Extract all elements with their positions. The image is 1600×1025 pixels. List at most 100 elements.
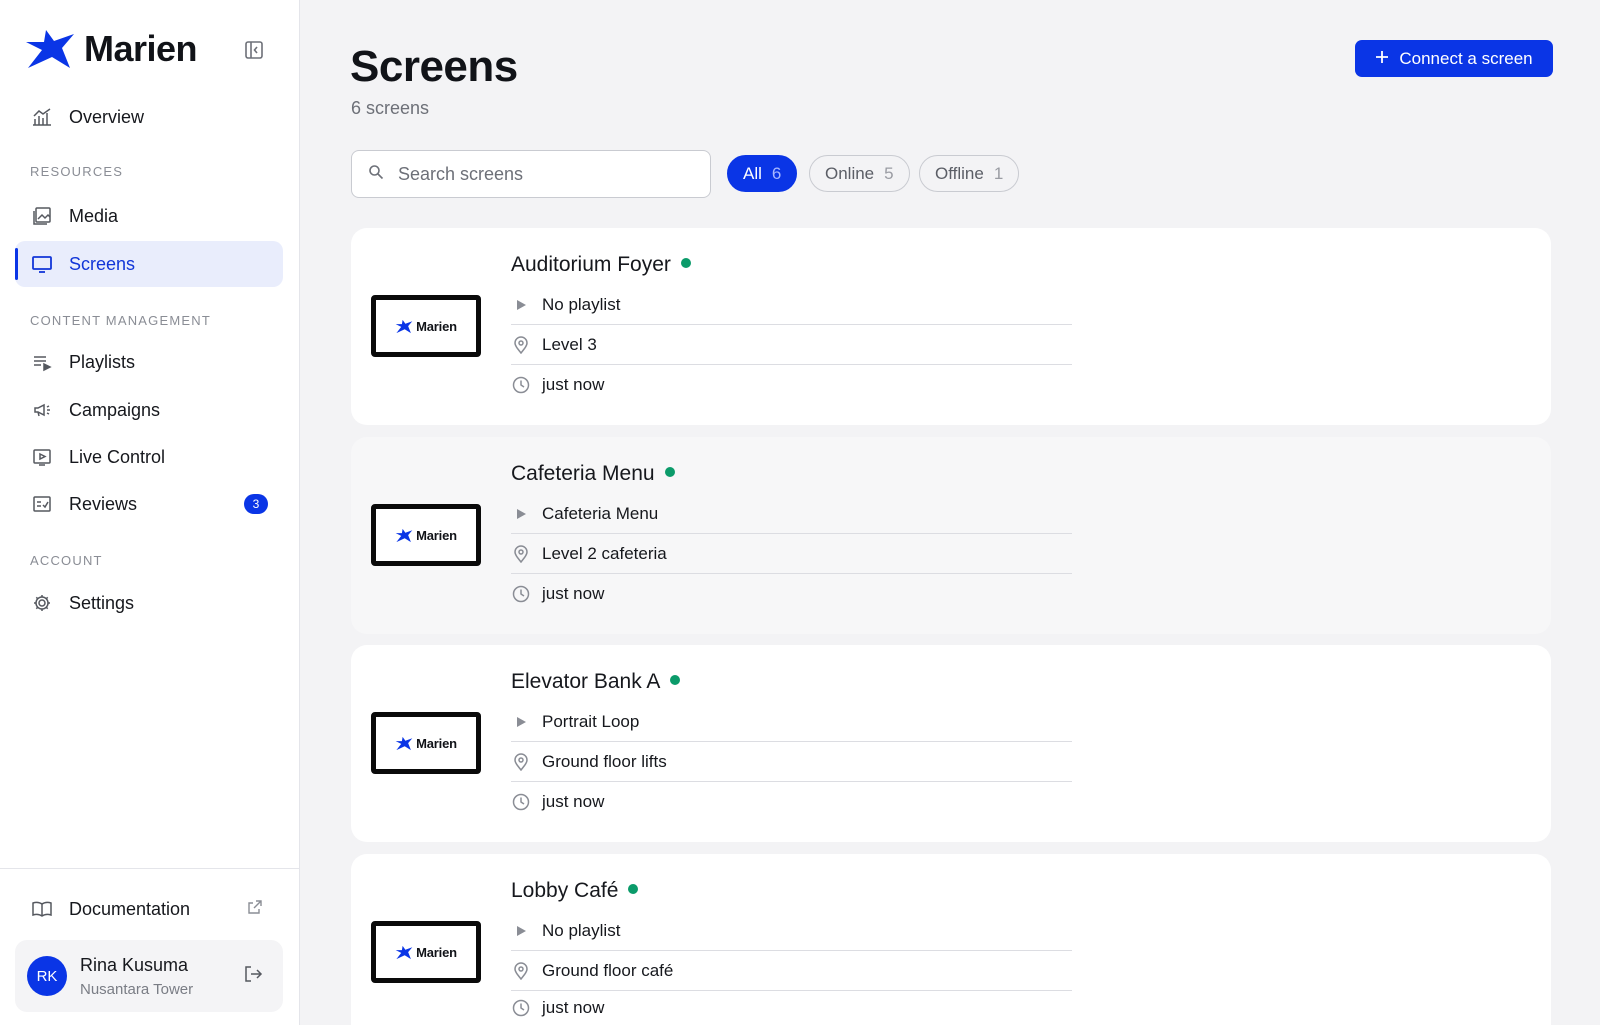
filter-label: Offline: [935, 163, 984, 183]
sidebar-item-label: Campaigns: [69, 399, 161, 420]
play-icon: [511, 299, 531, 311]
sidebar-item-documentation[interactable]: Documentation: [15, 886, 283, 932]
online-status-dot: [664, 467, 675, 477]
filter-label: All: [743, 163, 762, 183]
screen-name: Elevator Bank A: [511, 670, 681, 694]
marien-star-icon: [395, 319, 413, 333]
screen-name-text: Lobby Café: [511, 879, 619, 902]
screen-thumbnail: Marien: [371, 504, 481, 566]
playlist-name: No playlist: [542, 294, 621, 314]
user-profile-card[interactable]: RK Rina Kusuma Nusantara Tower: [15, 940, 283, 1012]
marien-star-icon: [395, 528, 413, 542]
last-seen: just now: [542, 375, 605, 394]
thumbnail-label: Marien: [416, 735, 457, 751]
screen-thumbnail: Marien: [371, 295, 481, 357]
last-seen: just now: [542, 792, 605, 811]
sidebar-item-campaigns[interactable]: Campaigns: [15, 387, 283, 433]
thumbnail-label: Marien: [416, 944, 457, 960]
last-seen-row: just now: [511, 782, 1072, 822]
location-name: Level 3: [542, 334, 597, 354]
filter-all[interactable]: All 6: [727, 155, 798, 192]
logout-icon[interactable]: [243, 964, 263, 989]
play-screen-icon: [31, 446, 53, 468]
location-row: Ground floor lifts: [511, 742, 1072, 782]
collapse-sidebar-icon[interactable]: [242, 38, 266, 62]
screen-card[interactable]: Marien Lobby Café No playlist Ground flo…: [351, 854, 1551, 1025]
location-row: Ground floor café: [511, 951, 1072, 991]
location-name: Level 2 cafeteria: [542, 543, 667, 563]
search-box[interactable]: [351, 150, 711, 198]
sidebar-item-screens[interactable]: Screens: [15, 241, 283, 287]
screen-card[interactable]: Marien Cafeteria Menu Cafeteria Menu Lev…: [351, 437, 1551, 634]
marien-star-icon: [26, 30, 74, 68]
filter-online[interactable]: Online 5: [809, 155, 910, 192]
location-pin-icon: [511, 544, 531, 563]
thumbnail-label: Marien: [416, 318, 457, 334]
section-label-content-management: CONTENT MANAGEMENT: [30, 313, 211, 328]
location-pin-icon: [511, 961, 531, 980]
playlist-row: Portrait Loop: [511, 702, 1072, 742]
screen-name: Auditorium Foyer: [511, 253, 691, 277]
last-seen-row: just now: [511, 574, 1072, 614]
location-pin-icon: [511, 752, 531, 771]
sidebar-item-live-control[interactable]: Live Control: [15, 434, 283, 480]
monitor-icon: [31, 253, 53, 275]
screen-name-text: Elevator Bank A: [511, 670, 661, 693]
sidebar-item-settings[interactable]: Settings: [15, 580, 283, 626]
sidebar-item-label: Playlists: [69, 351, 136, 372]
checklist-icon: [31, 493, 53, 515]
connect-screen-button[interactable]: Connect a screen: [1355, 40, 1553, 77]
filter-label: Online: [825, 163, 875, 183]
screen-name: Lobby Café: [511, 879, 639, 903]
clock-icon: [511, 376, 531, 394]
play-icon: [511, 508, 531, 520]
brand-logo[interactable]: Marien: [24, 28, 198, 70]
sidebar-item-label: Reviews: [69, 493, 138, 514]
image-gallery-icon: [31, 205, 53, 227]
location-row: Level 3: [511, 325, 1072, 365]
external-link-icon: [247, 899, 263, 920]
user-organization: Nusantara Tower: [80, 981, 194, 998]
play-icon: [511, 716, 531, 728]
brand-name: Marien: [84, 28, 198, 69]
sidebar-item-label: Media: [69, 205, 119, 226]
marien-star-icon: [395, 945, 413, 959]
marien-star-icon: [395, 736, 413, 750]
sidebar-item-label: Settings: [69, 592, 135, 613]
playlist-name: No playlist: [542, 920, 621, 940]
filter-count: 6: [771, 163, 782, 183]
sidebar-item-playlists[interactable]: Playlists: [15, 339, 283, 385]
plus-icon: [1375, 49, 1389, 69]
sidebar: Marien Overview RESOURCES Media Screens …: [0, 0, 300, 1025]
last-seen: just now: [542, 998, 605, 1017]
megaphone-icon: [31, 399, 53, 421]
last-seen-row: just now: [511, 991, 1072, 1025]
search-icon: [368, 164, 384, 185]
clock-icon: [511, 793, 531, 811]
avatar: RK: [27, 956, 67, 996]
sidebar-item-label: Documentation: [69, 898, 191, 919]
online-status-dot: [628, 884, 639, 894]
sidebar-item-media[interactable]: Media: [15, 193, 283, 239]
filter-offline[interactable]: Offline 1: [919, 155, 1020, 192]
screen-thumbnail: Marien: [371, 921, 481, 983]
location-row: Level 2 cafeteria: [511, 534, 1072, 574]
playlist-name: Cafeteria Menu: [542, 503, 659, 523]
sidebar-item-overview[interactable]: Overview: [15, 94, 283, 140]
screen-count: 6 screens: [351, 98, 430, 118]
online-status-dot: [670, 675, 681, 685]
sidebar-item-reviews[interactable]: Reviews 3: [15, 481, 283, 527]
thumbnail-label: Marien: [416, 527, 457, 543]
screen-card[interactable]: Marien Auditorium Foyer No playlist Leve…: [351, 228, 1551, 425]
user-name: Rina Kusuma: [80, 955, 189, 975]
reviews-count-badge: 3: [244, 494, 268, 514]
clock-icon: [511, 585, 531, 603]
chart-icon: [31, 106, 53, 128]
search-input[interactable]: [398, 163, 688, 185]
screen-card[interactable]: Marien Elevator Bank A Portrait Loop Gro…: [351, 645, 1551, 842]
section-label-resources: RESOURCES: [30, 164, 124, 179]
screen-name-text: Cafeteria Menu: [511, 462, 655, 485]
screen-thumbnail: Marien: [371, 712, 481, 774]
sidebar-item-label: Screens: [69, 253, 136, 274]
playlist-row: No playlist: [511, 911, 1072, 951]
